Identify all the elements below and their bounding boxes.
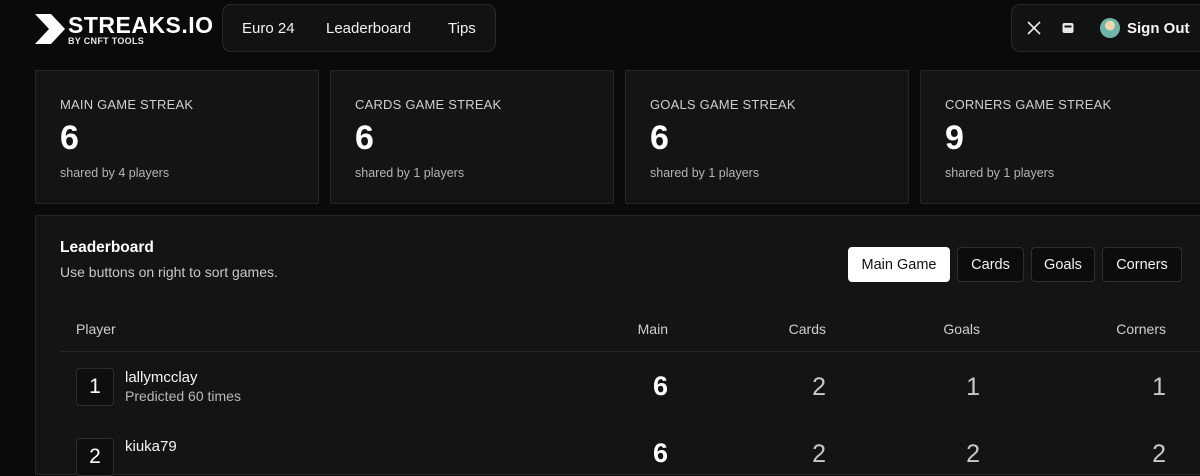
brand-subtitle: BY CNFT TOOLS <box>68 36 145 46</box>
brand-title: STREAKS.IO <box>68 12 214 38</box>
column-header-corners[interactable]: Corners <box>1106 321 1166 337</box>
sort-corners-button[interactable]: Corners <box>1102 247 1182 282</box>
stat-card-corners: CORNERS GAME STREAK 9 shared by 1 player… <box>920 70 1200 204</box>
leaderboard-panel: Leaderboard Use buttons on right to sort… <box>35 215 1200 476</box>
stat-label: GOALS GAME STREAK <box>650 97 796 112</box>
column-header-cards[interactable]: Cards <box>766 321 826 337</box>
user-menu: Sign Out <box>1011 4 1200 52</box>
leaderboard-subtitle: Use buttons on right to sort games. <box>60 264 278 280</box>
stat-value: 6 <box>355 119 374 157</box>
stat-label: CARDS GAME STREAK <box>355 97 502 112</box>
sort-goals-button[interactable]: Goals <box>1031 247 1095 282</box>
rank-badge: 1 <box>76 368 114 406</box>
goals-score: 2 <box>966 440 980 468</box>
avatar[interactable] <box>1100 18 1120 38</box>
cards-score: 2 <box>812 440 826 468</box>
player-name[interactable]: lallymcclay <box>125 369 198 386</box>
main-score: 6 <box>652 438 668 468</box>
stat-sub: shared by 4 players <box>60 166 170 180</box>
stat-value: 9 <box>945 119 964 157</box>
nav-tips[interactable]: Tips <box>448 20 476 37</box>
player-prediction-count: Predicted 60 times <box>125 388 241 404</box>
nav-euro24[interactable]: Euro 24 <box>242 20 295 37</box>
sort-cards-button[interactable]: Cards <box>957 247 1024 282</box>
main-score: 6 <box>652 371 668 401</box>
column-header-goals[interactable]: Goals <box>920 321 980 337</box>
column-header-player: Player <box>76 321 116 337</box>
stat-card-goals: GOALS GAME STREAK 6 shared by 1 players <box>625 70 909 204</box>
logo-chevron-icon <box>35 14 65 44</box>
player-name[interactable]: kiuka79 <box>125 438 177 455</box>
stat-card-main: MAIN GAME STREAK 6 shared by 4 players <box>35 70 319 204</box>
leaderboard-title: Leaderboard <box>60 239 154 256</box>
sort-main-game-button[interactable]: Main Game <box>848 247 950 282</box>
x-icon[interactable] <box>1027 21 1041 35</box>
stat-value: 6 <box>650 119 669 157</box>
corners-score: 1 <box>1152 373 1166 401</box>
sign-out-button[interactable]: Sign Out <box>1127 20 1190 37</box>
column-header-main[interactable]: Main <box>608 321 668 337</box>
chat-icon[interactable] <box>1062 22 1074 34</box>
cards-score: 2 <box>812 373 826 401</box>
stat-sub: shared by 1 players <box>650 166 760 180</box>
stat-label: MAIN GAME STREAK <box>60 97 194 112</box>
rank-badge: 2 <box>76 438 114 476</box>
stat-value: 6 <box>60 119 79 157</box>
header-divider <box>60 351 1200 352</box>
stat-sub: shared by 1 players <box>945 166 1055 180</box>
nav-leaderboard[interactable]: Leaderboard <box>326 20 411 37</box>
stat-sub: shared by 1 players <box>355 166 465 180</box>
stat-card-cards: CARDS GAME STREAK 6 shared by 1 players <box>330 70 614 204</box>
brand-logo[interactable]: STREAKS.IO BY CNFT TOOLS <box>35 12 213 46</box>
goals-score: 1 <box>966 373 980 401</box>
main-nav: Euro 24 Leaderboard Tips <box>222 4 496 52</box>
corners-score: 2 <box>1152 440 1166 468</box>
stat-label: CORNERS GAME STREAK <box>945 97 1112 112</box>
